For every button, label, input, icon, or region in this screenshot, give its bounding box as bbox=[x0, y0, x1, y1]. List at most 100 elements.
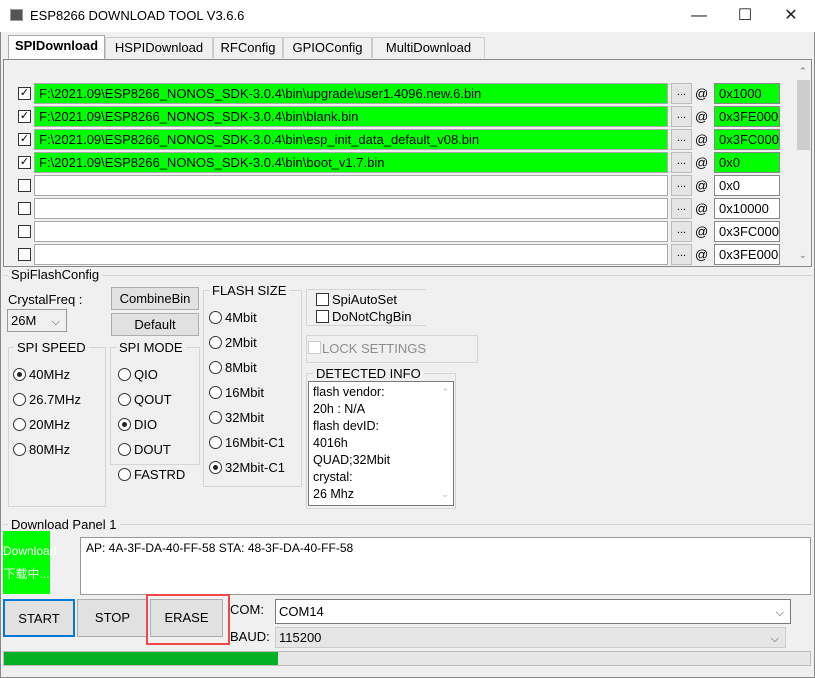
spi-mode-option-label: QIO bbox=[134, 367, 158, 382]
combinebin-button[interactable]: CombineBin bbox=[111, 287, 199, 310]
flash-size-radio[interactable] bbox=[209, 461, 222, 474]
flash-address-input[interactable]: 0x0 bbox=[714, 175, 780, 196]
file-enable-checkbox[interactable] bbox=[18, 179, 31, 192]
status-line-2: 下载中... bbox=[3, 567, 50, 581]
lock-settings-label: LOCK SETTINGS bbox=[322, 341, 427, 356]
flash-address-input[interactable]: 0x10000 bbox=[714, 198, 780, 219]
close-button[interactable]: ✕ bbox=[768, 0, 814, 32]
file-path-input[interactable] bbox=[34, 221, 668, 242]
flash-address-input[interactable]: 0x1000 bbox=[714, 83, 780, 104]
flash-address-input[interactable]: 0x3FC000 bbox=[714, 129, 780, 150]
flash-size-radio[interactable] bbox=[209, 386, 222, 399]
spi-speed-label: SPI SPEED bbox=[14, 340, 89, 355]
at-label: @ bbox=[695, 224, 709, 239]
detected-info-line: flash devID: bbox=[313, 419, 380, 433]
tab-spidownload[interactable]: SPIDownload bbox=[8, 35, 105, 59]
flash-size-radio[interactable] bbox=[209, 336, 222, 349]
spi-speed-radio[interactable] bbox=[13, 443, 26, 456]
flash-size-option-label: 8Mbit bbox=[225, 360, 257, 375]
flash-size-radio[interactable] bbox=[209, 361, 222, 374]
flash-size-option-label: 32Mbit bbox=[225, 410, 265, 425]
crystal-freq-value: 26M bbox=[11, 313, 37, 328]
file-enable-checkbox[interactable]: ✓ bbox=[18, 87, 31, 100]
detected-info-line: 20h : N/A bbox=[313, 402, 366, 416]
erase-button[interactable]: ERASE bbox=[150, 599, 223, 637]
progress-fill bbox=[4, 652, 279, 665]
flash-size-radio[interactable] bbox=[209, 311, 222, 324]
spi-speed-radio[interactable] bbox=[13, 393, 26, 406]
file-path-input[interactable] bbox=[34, 175, 668, 196]
flash-address-input[interactable]: 0x3FE000 bbox=[714, 106, 780, 127]
file-enable-checkbox[interactable] bbox=[18, 202, 31, 215]
flash-size-radio[interactable] bbox=[209, 411, 222, 424]
file-path-input[interactable] bbox=[34, 198, 668, 219]
scroll-down-icon[interactable]: ⌄ bbox=[799, 250, 807, 261]
file-path-input[interactable] bbox=[34, 244, 668, 265]
browse-file-button[interactable]: ... bbox=[671, 221, 692, 242]
tab-gpioconfig[interactable]: GPIOConfig bbox=[283, 37, 372, 58]
com-port-value: COM14 bbox=[279, 604, 324, 619]
browse-file-button[interactable]: ... bbox=[671, 198, 692, 219]
lock-settings-checkbox[interactable] bbox=[308, 341, 321, 354]
at-label: @ bbox=[695, 109, 709, 124]
file-enable-checkbox[interactable]: ✓ bbox=[18, 110, 31, 123]
maximize-button[interactable]: ☐ bbox=[722, 0, 768, 32]
at-label: @ bbox=[695, 155, 709, 170]
com-port-select[interactable]: COM14 ⌵ bbox=[275, 599, 791, 624]
flash-address-input[interactable]: 0x3FE000 bbox=[714, 244, 780, 265]
browse-file-button[interactable]: ... bbox=[671, 129, 692, 150]
flash-size-radio[interactable] bbox=[209, 436, 222, 449]
file-path-input[interactable]: F:\2021.09\ESP8266_NONOS_SDK-3.0.4\bin\b… bbox=[34, 106, 668, 127]
baud-rate-select[interactable]: 115200 ⌵ bbox=[275, 627, 786, 648]
window-title: ESP8266 DOWNLOAD TOOL V3.6.6 bbox=[30, 8, 245, 23]
scrollbar-thumb[interactable] bbox=[797, 80, 810, 150]
spi-speed-radio[interactable] bbox=[13, 368, 26, 381]
spi-mode-radio[interactable] bbox=[118, 468, 131, 481]
minimize-button[interactable]: — bbox=[676, 0, 722, 32]
spi-speed-option-label: 26.7MHz bbox=[29, 392, 82, 407]
spi-mode-radio[interactable] bbox=[118, 443, 131, 456]
flash-size-option-label: 16Mbit bbox=[225, 385, 265, 400]
do-not-chg-bin-label: DoNotChgBin bbox=[332, 309, 412, 324]
tab-multidownload[interactable]: MultiDownload bbox=[372, 37, 485, 58]
detected-info-line: 4016h bbox=[313, 436, 348, 450]
scroll-up-icon[interactable]: ⌃ bbox=[799, 66, 807, 77]
file-path-input[interactable]: F:\2021.09\ESP8266_NONOS_SDK-3.0.4\bin\b… bbox=[34, 152, 668, 173]
browse-file-button[interactable]: ... bbox=[671, 106, 692, 127]
browse-file-button[interactable]: ... bbox=[671, 83, 692, 104]
chevron-down-icon: ⌵ bbox=[51, 316, 60, 328]
default-button[interactable]: Default bbox=[111, 313, 199, 336]
file-enable-checkbox[interactable] bbox=[18, 248, 31, 261]
flash-size-label: FLASH SIZE bbox=[209, 283, 290, 298]
tab-hspidownload[interactable]: HSPIDownload bbox=[105, 37, 213, 58]
file-enable-checkbox[interactable] bbox=[18, 225, 31, 238]
scroll-down-icon[interactable]: ⌄ bbox=[441, 486, 449, 503]
log-textbox[interactable]: AP: 4A-3F-DA-40-FF-58 STA: 48-3F-DA-40-F… bbox=[80, 537, 811, 595]
spi-auto-set-checkbox[interactable] bbox=[316, 293, 329, 306]
stop-button[interactable]: STOP bbox=[77, 599, 148, 637]
browse-file-button[interactable]: ... bbox=[671, 244, 692, 265]
flash-address-input[interactable]: 0x3FC000 bbox=[714, 221, 780, 242]
at-label: @ bbox=[695, 247, 709, 262]
spi-mode-option-label: DIO bbox=[134, 417, 158, 432]
crystal-freq-select[interactable]: 26M ⌵ bbox=[7, 309, 67, 332]
scroll-up-icon[interactable]: ⌃ bbox=[441, 384, 449, 401]
baud-rate-value: 115200 bbox=[279, 630, 322, 645]
browse-file-button[interactable]: ... bbox=[671, 175, 692, 196]
flash-size-option-label: 16Mbit-C1 bbox=[225, 435, 285, 450]
start-button[interactable]: START bbox=[3, 599, 75, 637]
spi-speed-option-label: 40MHz bbox=[29, 367, 71, 382]
file-enable-checkbox[interactable]: ✓ bbox=[18, 133, 31, 146]
browse-file-button[interactable]: ... bbox=[671, 152, 692, 173]
flash-address-input[interactable]: 0x0 bbox=[714, 152, 780, 173]
detected-info-text[interactable]: flash vendor: 20h : N/A flash devID: 4016h Q… bbox=[308, 381, 454, 506]
spi-mode-radio[interactable] bbox=[118, 368, 131, 381]
file-enable-checkbox[interactable]: ✓ bbox=[18, 156, 31, 169]
spi-speed-radio[interactable] bbox=[13, 418, 26, 431]
spi-mode-radio[interactable] bbox=[118, 393, 131, 406]
tab-rfconfig[interactable]: RFConfig bbox=[213, 37, 283, 58]
do-not-chg-bin-checkbox[interactable] bbox=[316, 310, 329, 323]
file-path-input[interactable]: F:\2021.09\ESP8266_NONOS_SDK-3.0.4\bin\e… bbox=[34, 129, 668, 150]
file-path-input[interactable]: F:\2021.09\ESP8266_NONOS_SDK-3.0.4\bin\u… bbox=[34, 83, 668, 104]
spi-mode-radio[interactable] bbox=[118, 418, 131, 431]
